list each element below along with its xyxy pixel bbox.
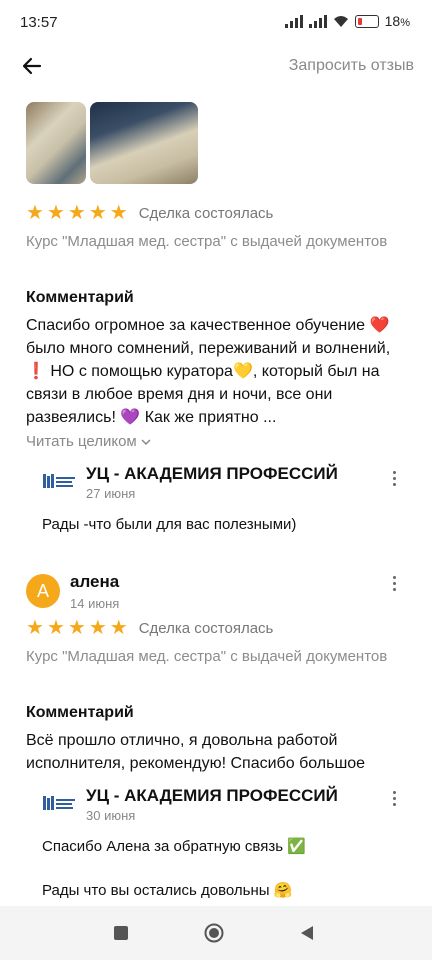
more-options-icon[interactable] [392,471,398,489]
star-icon: ★ [109,617,128,639]
deal-status: Сделка состоялась [138,204,274,222]
status-time: 13:57 [20,14,58,31]
read-more-link[interactable]: Читать целиком [26,433,151,450]
home-button[interactable] [204,923,224,943]
reply-author: УЦ - АКАДЕМИЯ ПРОФЕССИЙ [86,464,338,483]
star-icon: ★ [67,202,86,224]
review-photos [26,102,198,184]
academy-logo-icon [43,796,75,810]
seller-reply: УЦ - АКАДЕМИЯ ПРОФЕССИЙ 30 июня Спасибо … [42,786,412,906]
read-more-label: Читать целиком [26,433,137,450]
star-icon: ★ [46,617,65,639]
back-arrow-icon[interactable] [20,54,44,78]
status-bar: 13:57 18% [0,0,432,40]
comment-text: Спасибо огромное за качественное обучени… [26,317,391,426]
comment-title: Комментарий [26,704,134,721]
status-icons: 18% [284,13,410,29]
comment-text: Всё прошло отлично, я довольна работой и… [26,732,366,772]
course-name: Курс "Младшая мед. сестра" с выдачей док… [26,233,388,250]
avatar: А [26,574,60,608]
recents-button[interactable] [114,926,128,940]
star-icon: ★ [109,202,128,224]
review-photo[interactable] [90,102,198,184]
reply-text: Спасибо Алена за обратную связь ✅ Рады ч… [42,838,306,899]
star-icon: ★ [88,617,107,639]
seller-reply: УЦ - АКАДЕМИЯ ПРОФЕССИЙ 27 июня Рады -чт… [42,464,412,544]
reply-text: Рады -что были для вас полезными) [42,516,297,533]
star-icon: ★ [46,202,65,224]
rating-stars: ★ ★ ★ ★ ★ Сделка состоялась [26,203,273,223]
more-options-icon[interactable] [392,791,398,809]
academy-logo-icon [43,474,75,488]
more-options-icon[interactable] [392,576,398,594]
request-review-button[interactable]: Запросить отзыв [289,57,414,75]
top-app-bar: Запросить отзыв [0,44,432,90]
signal-icon [308,14,327,28]
star-icon: ★ [88,202,107,224]
reply-date: 30 июня [86,808,136,823]
chevron-down-icon [141,439,151,446]
reply-date: 27 июня [86,486,136,501]
reviewer-name: алена [70,572,120,591]
nav-back-button[interactable] [298,924,316,942]
deal-status: Сделка состоялась [138,619,274,637]
star-icon: ★ [67,617,86,639]
rating-stars: ★ ★ ★ ★ ★ Сделка состоялась [26,618,273,638]
battery-level: 18% [384,13,410,29]
battery-icon [354,14,379,28]
signal-icon [284,14,303,28]
comment-title: Комментарий [26,289,134,306]
review-photo[interactable] [26,102,86,184]
reply-author: УЦ - АКАДЕМИЯ ПРОФЕССИЙ [86,786,338,805]
wifi-icon [333,15,348,27]
star-icon: ★ [26,202,44,224]
star-icon: ★ [26,617,44,639]
course-name: Курс "Младшая мед. сестра" с выдачей док… [26,648,388,665]
system-nav-bar [0,906,432,960]
review-date: 14 июня [70,596,120,611]
